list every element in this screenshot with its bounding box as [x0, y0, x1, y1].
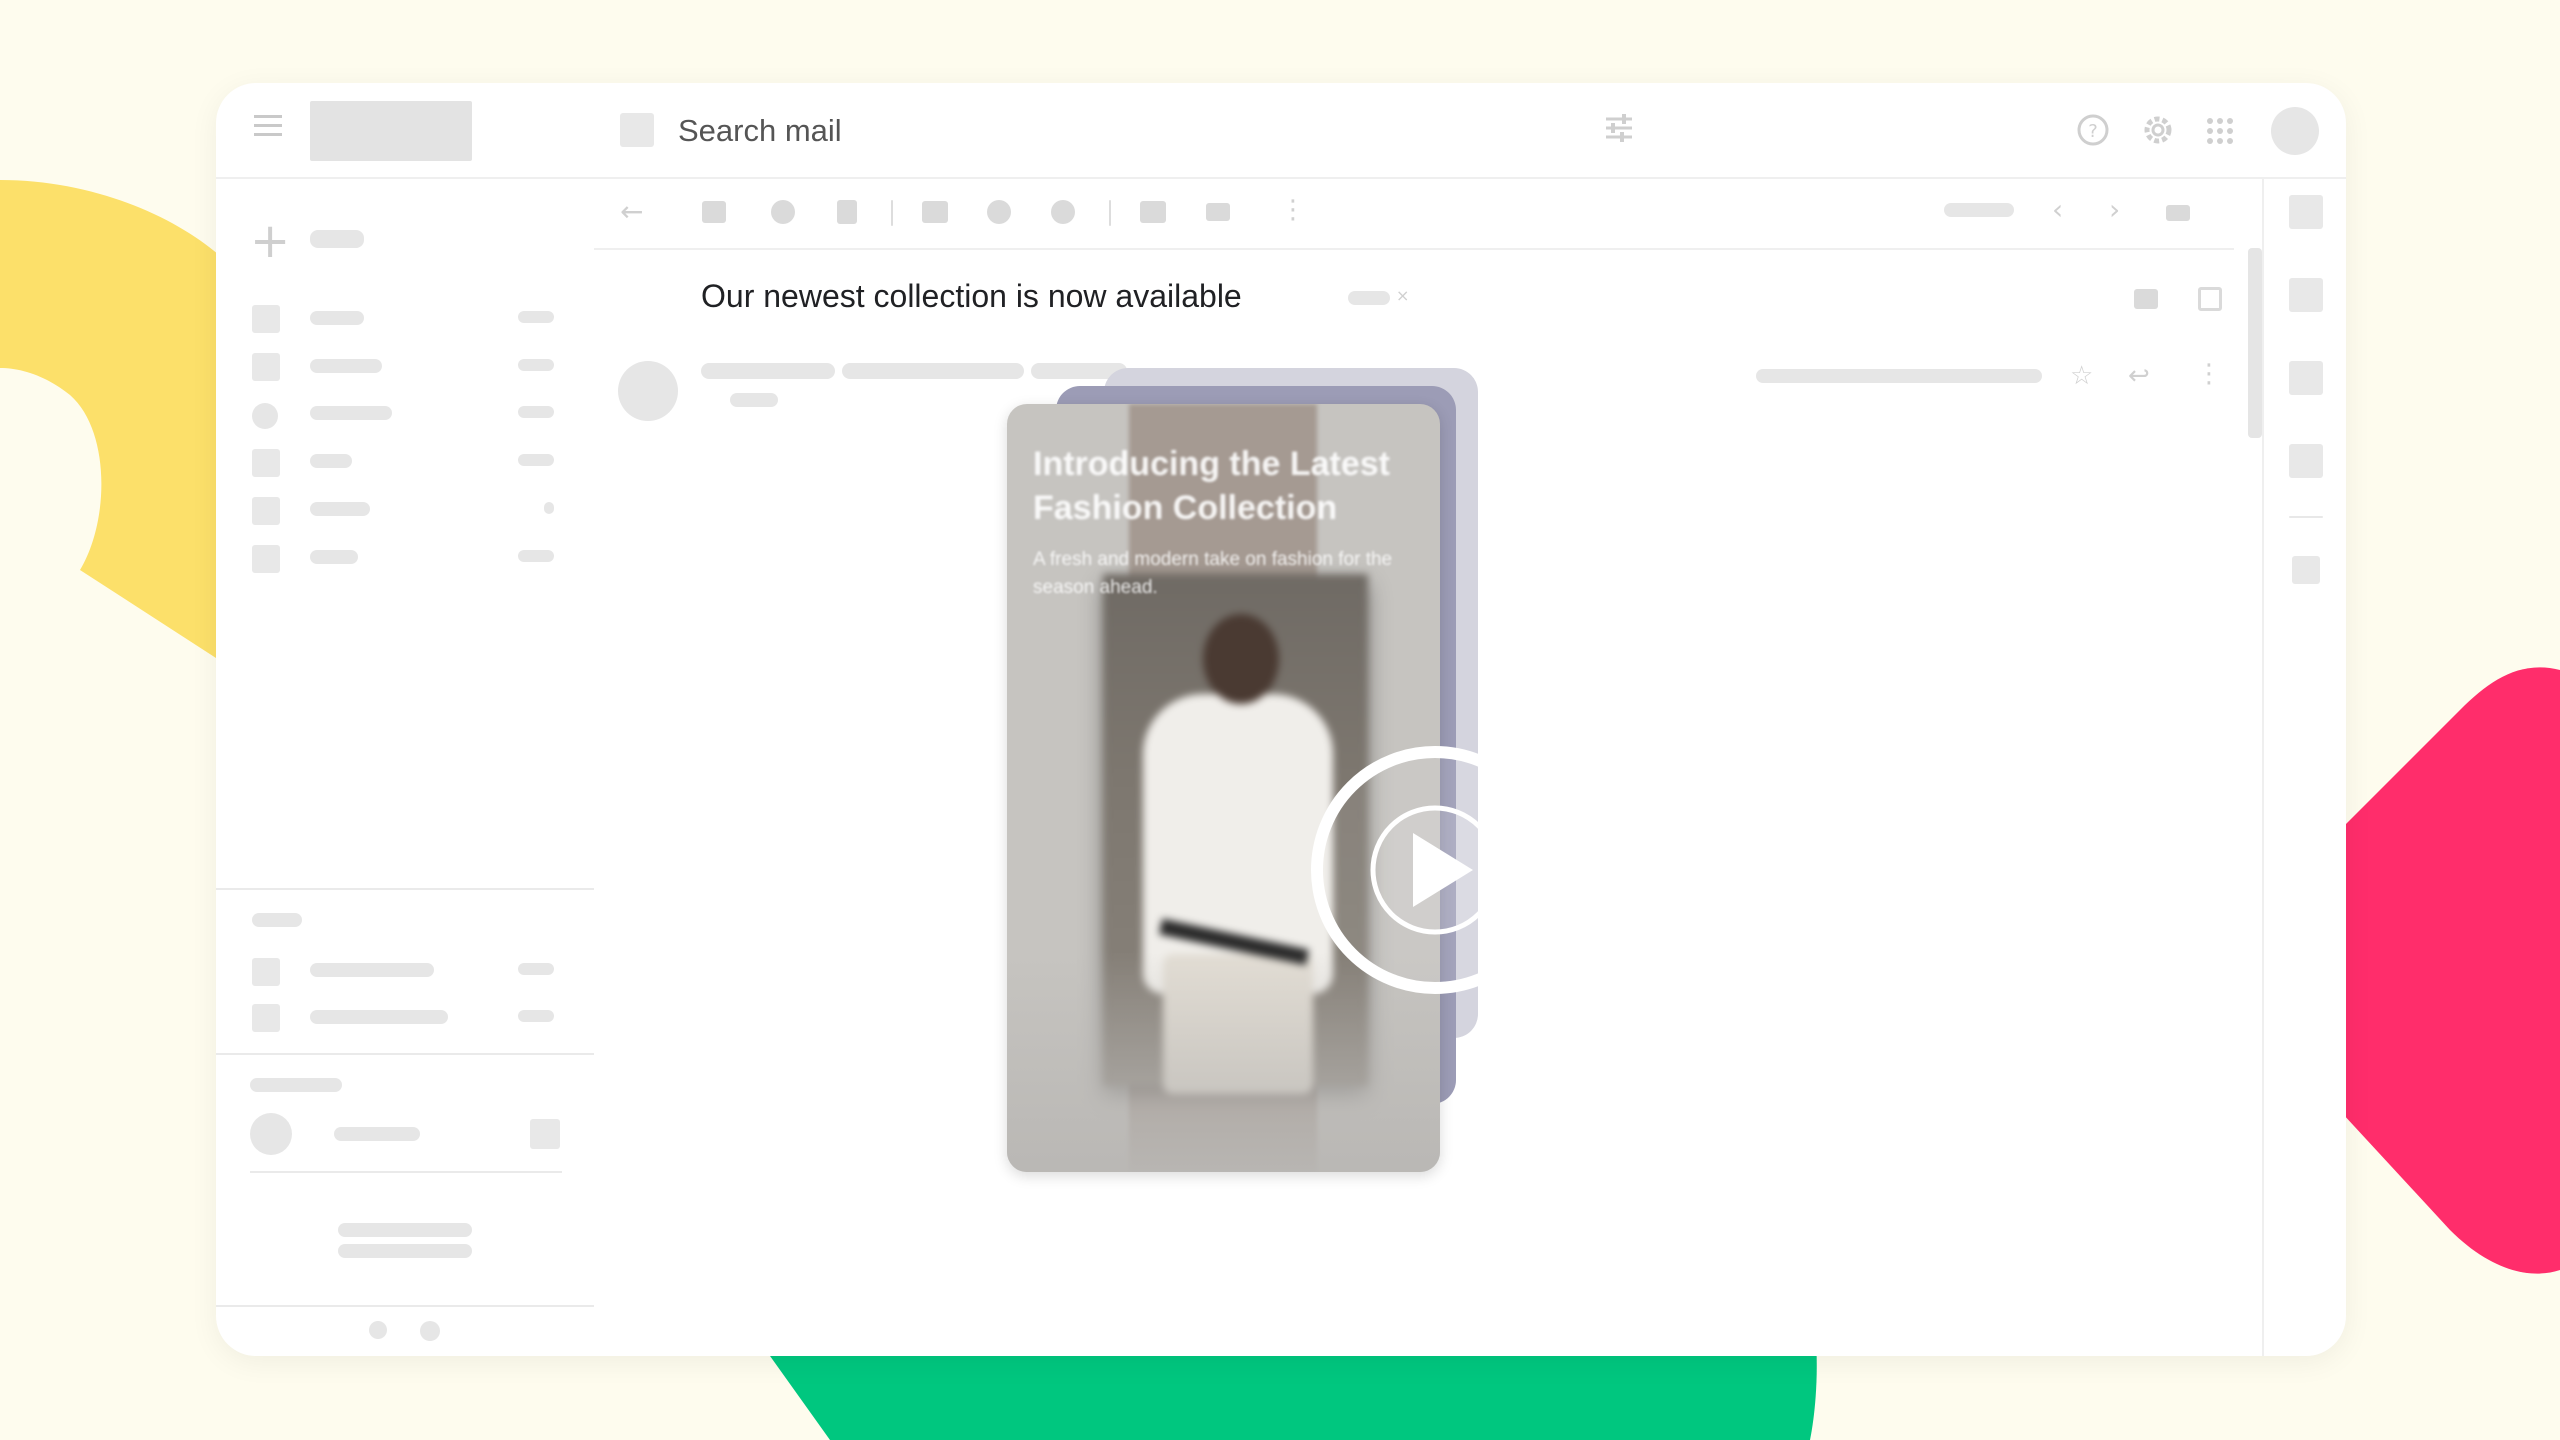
search-input[interactable]: Search mail [678, 113, 842, 149]
panel-divider [2289, 516, 2323, 518]
email-date [1756, 369, 2042, 383]
pink-blob-decoration [2330, 667, 2560, 1274]
add-task-icon[interactable] [1051, 200, 1075, 224]
sidebar-count [544, 502, 554, 514]
help-icon[interactable]: ? [2076, 113, 2110, 147]
label-icon[interactable] [1206, 203, 1230, 221]
gear-icon[interactable] [2141, 113, 2175, 147]
open-in-new-icon[interactable] [2198, 287, 2222, 311]
delete-icon[interactable] [837, 200, 857, 224]
section-heading [252, 913, 302, 927]
inbox-label-chip[interactable] [1348, 291, 1390, 305]
sidebar-item[interactable] [310, 550, 358, 564]
sidebar-count [518, 406, 554, 418]
compose-button[interactable] [310, 230, 364, 248]
chat-placeholder [338, 1223, 472, 1237]
play-icon[interactable] [1310, 745, 1560, 995]
report-spam-icon[interactable] [771, 200, 795, 224]
sidebar-count [518, 311, 554, 323]
star-icon[interactable]: ☆ [2070, 361, 2093, 391]
sidebar-count [518, 963, 554, 975]
side-panel [2262, 177, 2346, 1356]
photo-figure-head [1203, 614, 1279, 704]
clock-icon[interactable] [252, 403, 278, 429]
add-addon-icon[interactable] [2292, 556, 2320, 584]
toolbar-divider [891, 200, 893, 226]
folder-icon[interactable] [252, 497, 280, 525]
sidebar-count [518, 454, 554, 466]
sidebar-count [518, 359, 554, 371]
plus-icon[interactable]: + [250, 217, 290, 265]
chat-placeholder [338, 1244, 472, 1258]
contacts-icon[interactable] [2289, 444, 2323, 478]
new-chat-icon[interactable] [530, 1119, 560, 1149]
sidebar-item[interactable] [310, 1010, 448, 1024]
card-subtitle: A fresh and modern take on fashion for t… [1033, 549, 1393, 598]
close-icon[interactable]: × [1396, 286, 1409, 305]
card-title: Introducing the Latest Fashion Collectio… [1033, 445, 1390, 527]
avatar[interactable] [2271, 107, 2319, 155]
sender-email [842, 363, 1024, 379]
email-subject: Our newest collection is now available [701, 278, 1242, 314]
label-icon[interactable] [252, 958, 280, 986]
pagination-count [1944, 203, 2014, 217]
toolbar-divider [1109, 200, 1111, 226]
chat-user[interactable] [334, 1127, 420, 1141]
logo-placeholder[interactable] [310, 101, 472, 161]
menu-icon[interactable] [254, 115, 282, 139]
yellow-blob-decoration [0, 180, 250, 680]
folder-icon[interactable] [252, 449, 280, 477]
top-bar: Search mail ? [216, 83, 2346, 179]
divider [216, 1305, 594, 1307]
more-vert-icon[interactable]: ⋮ [1280, 195, 1306, 225]
scrollbar[interactable] [2248, 248, 2262, 438]
avatar[interactable] [250, 1113, 292, 1155]
toolbar-rule [594, 248, 2234, 250]
sidebar-item[interactable] [310, 502, 370, 516]
arrow-left-icon[interactable]: ← [620, 195, 643, 228]
input-tools-icon[interactable] [2166, 205, 2190, 221]
mark-unread-icon[interactable] [922, 201, 948, 223]
more-vert-icon[interactable]: ⋮ [2196, 359, 2222, 389]
sender-name [701, 363, 835, 379]
recipient-line [730, 393, 778, 407]
calendar-icon[interactable] [2289, 195, 2323, 229]
divider [216, 888, 594, 890]
archive-icon[interactable] [702, 201, 726, 223]
sidebar-count [518, 1010, 554, 1022]
chevron-right-icon[interactable]: › [2109, 193, 2120, 226]
folder-icon[interactable] [252, 353, 280, 381]
label-icon[interactable] [252, 1004, 280, 1032]
snooze-icon[interactable] [987, 200, 1011, 224]
tune-icon[interactable] [1604, 113, 1634, 143]
chevron-left-icon[interactable]: ‹ [2052, 193, 2063, 226]
sender-avatar [618, 361, 678, 421]
svg-text:?: ? [2088, 121, 2098, 142]
apps-grid-icon[interactable] [2206, 117, 2234, 145]
section-heading [250, 1078, 342, 1092]
search-icon[interactable] [620, 113, 654, 147]
sidebar-item[interactable] [310, 311, 364, 325]
divider [250, 1171, 562, 1173]
move-to-icon[interactable] [1140, 201, 1166, 223]
folder-icon[interactable] [252, 545, 280, 573]
sidebar-count [518, 550, 554, 562]
keep-icon[interactable] [2289, 278, 2323, 312]
print-icon[interactable] [2134, 289, 2158, 309]
sidebar-item[interactable] [310, 963, 434, 977]
sidebar-item[interactable] [310, 359, 382, 373]
folder-icon[interactable] [252, 305, 280, 333]
reply-icon[interactable]: ↩ [2128, 361, 2150, 391]
person-icon[interactable] [369, 1321, 387, 1339]
sidebar-item[interactable] [310, 406, 392, 420]
tasks-icon[interactable] [2289, 361, 2323, 395]
sidebar-item[interactable] [310, 454, 352, 468]
hangouts-icon[interactable] [420, 1321, 440, 1341]
divider [216, 1053, 594, 1055]
